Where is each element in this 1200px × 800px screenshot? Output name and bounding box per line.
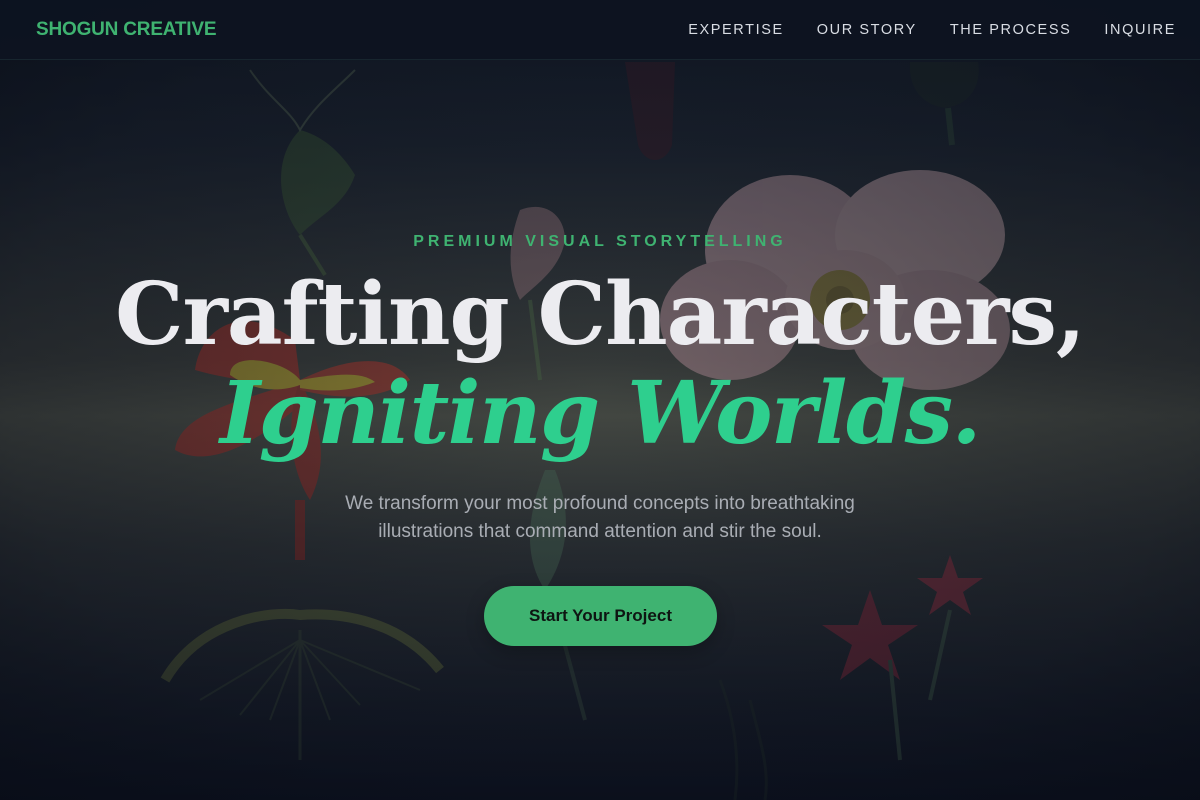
nav-link-the-process[interactable]: THE PROCESS: [950, 22, 1072, 38]
brand-logo[interactable]: SHOGUN CREATIVE: [36, 0, 217, 60]
hero-subtext: We transform your most profound concepts…: [345, 493, 855, 542]
start-project-button[interactable]: Start Your Project: [484, 586, 717, 646]
hero-headline-line1: Crafting Characters,: [115, 264, 1086, 365]
top-navbar: SHOGUN CREATIVE EXPERTISE OUR STORY THE …: [0, 0, 1200, 60]
nav-link-inquire[interactable]: INQUIRE: [1104, 22, 1176, 38]
hero-eyebrow: PREMIUM VISUAL STORYTELLING: [413, 233, 787, 250]
hero-headline-line2: Igniting Worlds.: [220, 363, 981, 464]
nav-link-our-story[interactable]: OUR STORY: [817, 22, 917, 38]
nav-links: EXPERTISE OUR STORY THE PROCESS INQUIRE: [688, 0, 1176, 60]
nav-link-expertise[interactable]: EXPERTISE: [688, 22, 784, 38]
